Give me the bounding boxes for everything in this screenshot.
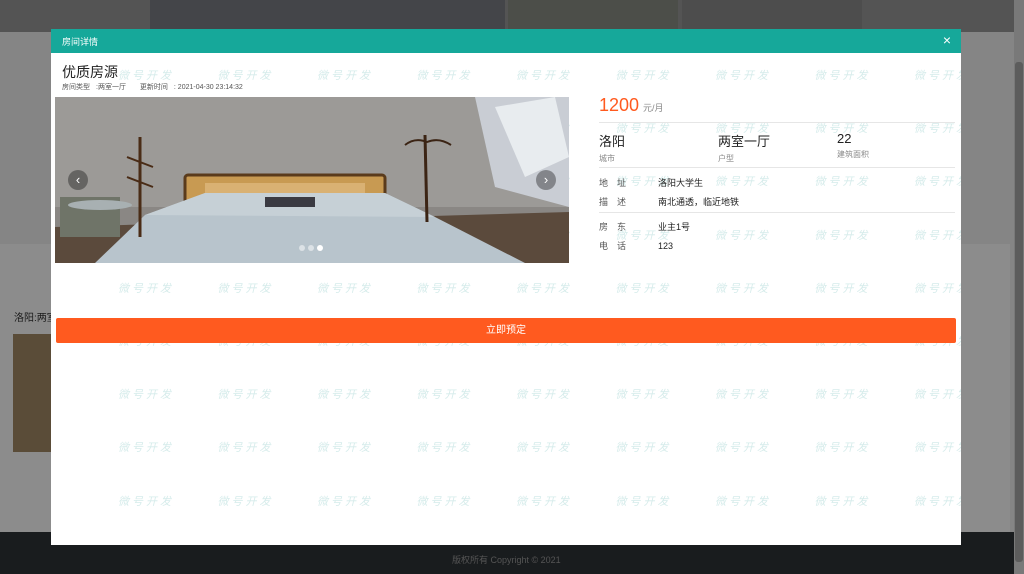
watermark-text: 微号开发 bbox=[715, 494, 771, 508]
price-unit: 元/月 bbox=[643, 103, 664, 113]
update-time: 更新时间 : 2021-04-30 23:14:32 bbox=[140, 84, 249, 91]
watermark-text: 微号开发 bbox=[914, 175, 961, 189]
watermark-text: 微号开发 bbox=[914, 441, 961, 455]
modal-title: 房间详情 bbox=[62, 37, 99, 47]
watermark-text: 微号开发 bbox=[317, 281, 373, 295]
watermark-text: 微号开发 bbox=[416, 388, 473, 402]
watermark-text: 微号开发 bbox=[118, 281, 174, 295]
watermark-text: 微号开发 bbox=[814, 281, 871, 295]
divider bbox=[599, 212, 955, 213]
landlord-row: 房东 业主1号 bbox=[599, 220, 690, 233]
watermark-text: 微号开发 bbox=[715, 228, 771, 242]
stat-label: 城市 bbox=[599, 154, 615, 163]
modal-header: 房间详情 × bbox=[51, 29, 961, 53]
stat-layout: 两室一厅 户型 bbox=[718, 131, 770, 164]
watermark-text: 微号开发 bbox=[814, 228, 871, 242]
watermark-text: 微号开发 bbox=[814, 388, 871, 402]
watermark-text: 微号开发 bbox=[118, 494, 174, 508]
carousel-dot[interactable] bbox=[308, 245, 314, 251]
price-value: 1200 bbox=[599, 95, 640, 115]
image-carousel[interactable]: ‹ › bbox=[55, 97, 569, 263]
phone-value: 123 bbox=[658, 241, 674, 251]
stat-value: 洛阳 bbox=[599, 134, 626, 149]
carousel-dot[interactable] bbox=[317, 245, 323, 251]
carousel-prev-button[interactable]: ‹ bbox=[68, 170, 88, 190]
room-type-label: 房间类型 bbox=[62, 84, 90, 91]
watermark-text: 微号开发 bbox=[516, 441, 572, 455]
stat-label: 户型 bbox=[718, 154, 734, 163]
book-now-button[interactable]: 立即预定 bbox=[56, 318, 956, 343]
phone-label: 电话 bbox=[599, 241, 636, 251]
description-value: 南北通透，临近地铁 bbox=[658, 197, 740, 207]
watermark-text: 微号开发 bbox=[217, 441, 274, 455]
watermark-text: 微号开发 bbox=[416, 494, 473, 508]
watermark-text: 微号开发 bbox=[715, 388, 771, 402]
watermark-text: 微号开发 bbox=[814, 69, 871, 82]
watermark-text: 微号开发 bbox=[118, 441, 174, 455]
watermark-text: 微号开发 bbox=[118, 69, 174, 82]
stat-value: 两室一厅 bbox=[718, 134, 771, 149]
watermark-text: 微号开发 bbox=[715, 175, 771, 189]
watermark-text: 微号开发 bbox=[615, 281, 672, 295]
watermark-text: 微号开发 bbox=[615, 494, 672, 508]
watermark-text: 微号开发 bbox=[317, 494, 373, 508]
address-row: 地址 洛阳大学生 bbox=[599, 176, 703, 189]
watermark-text: 微号开发 bbox=[416, 281, 473, 295]
stat-city: 洛阳 城市 bbox=[599, 131, 625, 164]
watermark-text: 微号开发 bbox=[217, 494, 274, 508]
watermark-text: 微号开发 bbox=[715, 69, 771, 82]
watermark-text: 微号开发 bbox=[217, 69, 274, 82]
watermark-text: 微号开发 bbox=[516, 69, 572, 82]
watermark-text: 微号开发 bbox=[715, 281, 771, 295]
watermark-text: 微号开发 bbox=[416, 69, 473, 82]
watermark-text: 微号开发 bbox=[217, 388, 274, 402]
watermark-text: 微号开发 bbox=[516, 494, 572, 508]
watermark-text: 微号开发 bbox=[914, 494, 961, 508]
watermark-text: 微号开发 bbox=[914, 388, 961, 402]
stat-value: 22 bbox=[837, 131, 852, 146]
watermark-text: 微号开发 bbox=[914, 228, 961, 242]
watermark-text: 微号开发 bbox=[615, 441, 672, 455]
room-detail-modal: 房间详情 × 微号开发 微号开发 微号开发 微号开发 微号开发 微号开发 微号开发 微号开发微… bbox=[51, 29, 961, 545]
room-photo bbox=[55, 97, 569, 263]
price-row: 1200 元/月 bbox=[599, 95, 664, 116]
phone-row: 电话 123 bbox=[599, 239, 673, 252]
carousel-next-button[interactable]: › bbox=[536, 170, 556, 190]
carousel-indicators bbox=[299, 245, 323, 251]
watermark-text: 微号开发 bbox=[814, 441, 871, 455]
room-type-value: :两室一厅 bbox=[96, 84, 126, 91]
watermark-text: 微号开发 bbox=[914, 69, 961, 82]
address-label: 地址 bbox=[599, 178, 636, 188]
watermark-text: 微号开发 bbox=[615, 388, 672, 402]
carousel-dot[interactable] bbox=[299, 245, 305, 251]
room-type: 房间类型 :两室一厅 bbox=[62, 84, 132, 91]
stat-label: 建筑面积 bbox=[837, 150, 869, 159]
watermark-text: 微号开发 bbox=[516, 281, 572, 295]
room-title: 优质房源 bbox=[62, 64, 118, 80]
watermark-text: 微号开发 bbox=[814, 175, 871, 189]
watermark-text: 微号开发 bbox=[914, 281, 961, 295]
description-label: 描述 bbox=[599, 197, 636, 207]
divider bbox=[599, 122, 955, 123]
watermark-text: 微号开发 bbox=[118, 388, 174, 402]
update-time-value: : 2021-04-30 23:14:32 bbox=[173, 84, 243, 91]
room-meta: 房间类型 :两室一厅 更新时间 : 2021-04-30 23:14:32 bbox=[62, 82, 255, 92]
address-value: 洛阳大学生 bbox=[658, 178, 704, 188]
watermark-text: 微号开发 bbox=[317, 388, 373, 402]
watermark-text: 微号开发 bbox=[317, 69, 373, 82]
watermark-text: 微号开发 bbox=[317, 441, 373, 455]
close-icon[interactable]: × bbox=[943, 32, 951, 48]
watermark-text: 微号开发 bbox=[814, 494, 871, 508]
landlord-label: 房东 bbox=[599, 222, 636, 232]
description-row: 描述 南北通透，临近地铁 bbox=[599, 195, 739, 208]
watermark-text: 微号开发 bbox=[217, 281, 274, 295]
watermark-text: 微号开发 bbox=[416, 441, 473, 455]
watermark-text: 微号开发 bbox=[516, 388, 572, 402]
watermark-text: 微号开发 bbox=[615, 69, 672, 82]
divider bbox=[599, 167, 955, 168]
update-time-label: 更新时间 bbox=[139, 84, 168, 91]
watermark-text: 微号开发 bbox=[715, 441, 771, 455]
landlord-value: 业主1号 bbox=[658, 222, 691, 232]
stat-area: 22 建筑面积 bbox=[837, 131, 869, 160]
